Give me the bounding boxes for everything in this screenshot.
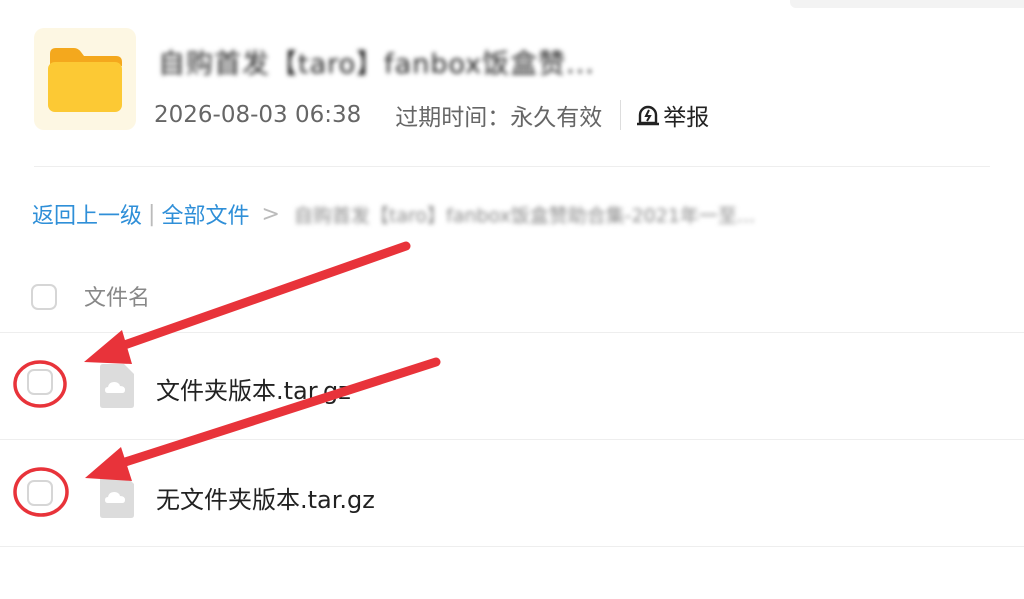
report-icon <box>637 105 660 126</box>
file-name[interactable]: 文件夹版本.tar.gz <box>156 371 351 406</box>
list-header: 文件名 <box>0 260 1024 333</box>
share-meta: 2026-08-03 06:38 过期时间：永久有效 举报 <box>154 98 709 132</box>
share-date: 2026-08-03 06:38 <box>154 102 362 128</box>
share-header: 自购首发【taro】fanbox饭盒赞... 2026-08-03 06:38 … <box>34 28 990 138</box>
report-button[interactable]: 举报 <box>635 98 709 132</box>
breadcrumb-current: 自购首发【taro】fanbox饭盒赞助合集-2021年一至... <box>293 204 756 227</box>
cloud-file-icon <box>100 474 134 518</box>
select-all-checkbox[interactable] <box>31 284 57 310</box>
meta-divider <box>620 100 622 130</box>
breadcrumb-separator: | <box>148 201 156 227</box>
all-files-link[interactable]: 全部文件 <box>161 198 249 230</box>
file-checkbox[interactable] <box>27 480 53 506</box>
breadcrumb: 返回上一级 | 全部文件 > 自购首发【taro】fanbox饭盒赞助合集-20… <box>32 198 755 230</box>
share-title: 自购首发【taro】fanbox饭盒赞... <box>158 49 595 80</box>
column-filename: 文件名 <box>84 286 151 311</box>
back-link[interactable]: 返回上一级 <box>32 198 142 230</box>
report-label: 举报 <box>663 105 710 131</box>
file-checkbox[interactable] <box>27 369 53 395</box>
breadcrumb-chevron: > <box>261 201 280 227</box>
file-row[interactable]: 无文件夹版本.tar.gz <box>0 440 1024 547</box>
file-row[interactable]: 文件夹版本.tar.gz <box>0 333 1024 440</box>
top-bar <box>790 0 1024 8</box>
file-name[interactable]: 无文件夹版本.tar.gz <box>156 480 375 515</box>
share-expiry: 过期时间：永久有效 <box>395 105 603 131</box>
header-divider <box>34 166 990 167</box>
cloud-file-icon <box>100 364 134 408</box>
folder-icon <box>34 28 136 130</box>
